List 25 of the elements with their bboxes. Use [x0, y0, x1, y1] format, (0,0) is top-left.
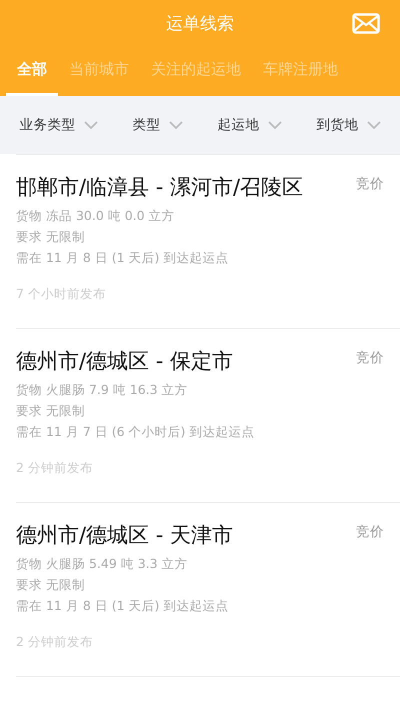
requirement-text: 要求 无限制 — [16, 402, 86, 420]
route-title[interactable]: 邯郸市/临漳县 - 漯河市/召陵区 — [16, 173, 304, 201]
arrival-text: 需在 11 月 7 日 (6 个小时后) 到达起运点 — [16, 423, 256, 441]
cargo-text: 货物 冻品 30.0 吨 0.0 立方 — [16, 207, 176, 225]
cargo-text: 货物 火腿肠 7.9 吨 16.3 立方 — [16, 381, 189, 399]
chevron-icon — [268, 121, 282, 129]
cargo-text: 货物 火腿肠 5.49 吨 3.3 立方 — [16, 555, 189, 573]
mail-icon[interactable] — [352, 13, 380, 34]
arrival-text: 需在 11 月 8 日 (1 天后) 到达起运点 — [16, 597, 230, 615]
price-label: 竞价 — [356, 349, 384, 367]
requirement-text: 要求 无限制 — [16, 228, 86, 246]
price-label: 竞价 — [356, 523, 384, 541]
page-title: 运单线索 — [166, 12, 234, 34]
filter-dropdown[interactable]: 类型 — [130, 112, 184, 138]
filter-dropdown[interactable]: 业务类型 — [18, 112, 100, 138]
chevron-icon — [84, 121, 98, 129]
arrival-text: 需在 11 月 8 日 (1 天后) 到达起运点 — [16, 249, 230, 267]
price-label: 竞价 — [356, 175, 384, 193]
route-title[interactable]: 德州市/德城区 - 天津市 — [16, 521, 234, 549]
route-title[interactable]: 德州市/德城区 - 保定市 — [16, 347, 234, 375]
chevron-icon — [168, 121, 182, 129]
filter-dropdown[interactable]: 到货地 — [314, 112, 382, 138]
requirement-text: 要求 无限制 — [16, 576, 86, 594]
filter-dropdown[interactable]: 起运地 — [216, 112, 284, 138]
chevron-icon — [366, 121, 380, 129]
